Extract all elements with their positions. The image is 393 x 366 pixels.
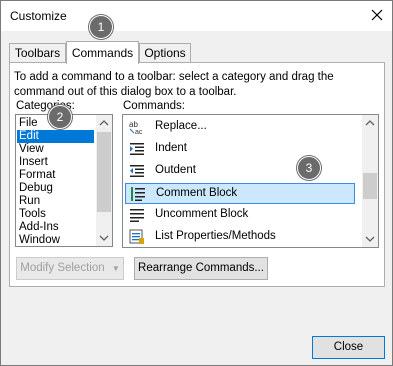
command-list-properties-methods[interactable]: List Properties/Methods [125, 227, 355, 247]
tab-strip: Toolbars Commands Options [9, 41, 385, 64]
callout-badge-3: 3 [297, 156, 321, 180]
command-replace[interactable]: ab ac Replace... [125, 117, 355, 138]
category-add-ins[interactable]: Add-Ins [17, 221, 94, 234]
svg-text:ab: ab [129, 120, 138, 129]
command-uncomment-block[interactable]: Uncomment Block [125, 205, 355, 226]
dropdown-arrow-icon: ▼ [111, 264, 120, 273]
dialog-title: Customize [10, 9, 67, 23]
categories-scroll-thumb[interactable] [97, 132, 111, 212]
tab-commands[interactable]: Commands [66, 41, 139, 64]
command-indent[interactable]: Indent [125, 139, 355, 160]
commands-scroll-thumb[interactable] [363, 173, 377, 199]
categories-listbox[interactable]: File Edit View Insert Format Debug Run T… [15, 114, 113, 247]
list-properties-icon [129, 229, 144, 244]
modify-selection-button[interactable]: Modify Selection ▼ [16, 257, 124, 280]
replace-icon: ab ac [129, 120, 143, 135]
category-tools[interactable]: Tools [17, 208, 94, 221]
instructions-text: To add a command to a toolbar: select a … [14, 71, 334, 98]
scroll-up-arrow-icon[interactable] [362, 115, 378, 131]
category-view[interactable]: View [17, 143, 94, 156]
rearrange-commands-button[interactable]: Rearrange Commands... [134, 257, 268, 280]
indent-icon [130, 143, 144, 155]
categories-scrollbar[interactable] [96, 115, 112, 246]
callout-badge-1: 1 [89, 15, 113, 39]
svg-text:ac: ac [135, 129, 143, 135]
scroll-down-arrow-icon[interactable] [362, 231, 378, 247]
category-debug[interactable]: Debug [17, 182, 94, 195]
customize-dialog: Customize Toolbars Commands Options To a… [0, 0, 393, 366]
scroll-up-arrow-icon[interactable] [96, 115, 112, 131]
commands-label: Commands: [123, 100, 185, 112]
category-format[interactable]: Format [17, 169, 94, 182]
comment-block-icon [131, 187, 145, 201]
category-edit[interactable]: Edit [17, 130, 94, 143]
tab-toolbars[interactable]: Toolbars [9, 43, 66, 62]
category-window[interactable]: Window [17, 234, 94, 246]
title-bar: Customize [1, 1, 392, 31]
commands-scrollbar[interactable] [362, 115, 378, 247]
category-run[interactable]: Run [17, 195, 94, 208]
category-insert[interactable]: Insert [17, 156, 94, 169]
close-button[interactable]: Close [312, 336, 385, 359]
outdent-icon [130, 165, 144, 177]
command-comment-block[interactable]: Comment Block [125, 183, 355, 204]
close-icon[interactable] [369, 7, 385, 23]
callout-badge-2: 2 [48, 105, 72, 129]
commands-listbox[interactable]: ab ac Replace... Indent Outdent Comment … [122, 114, 379, 248]
scroll-down-arrow-icon[interactable] [96, 230, 112, 246]
uncomment-block-icon [130, 209, 144, 222]
tab-options[interactable]: Options [139, 43, 191, 62]
